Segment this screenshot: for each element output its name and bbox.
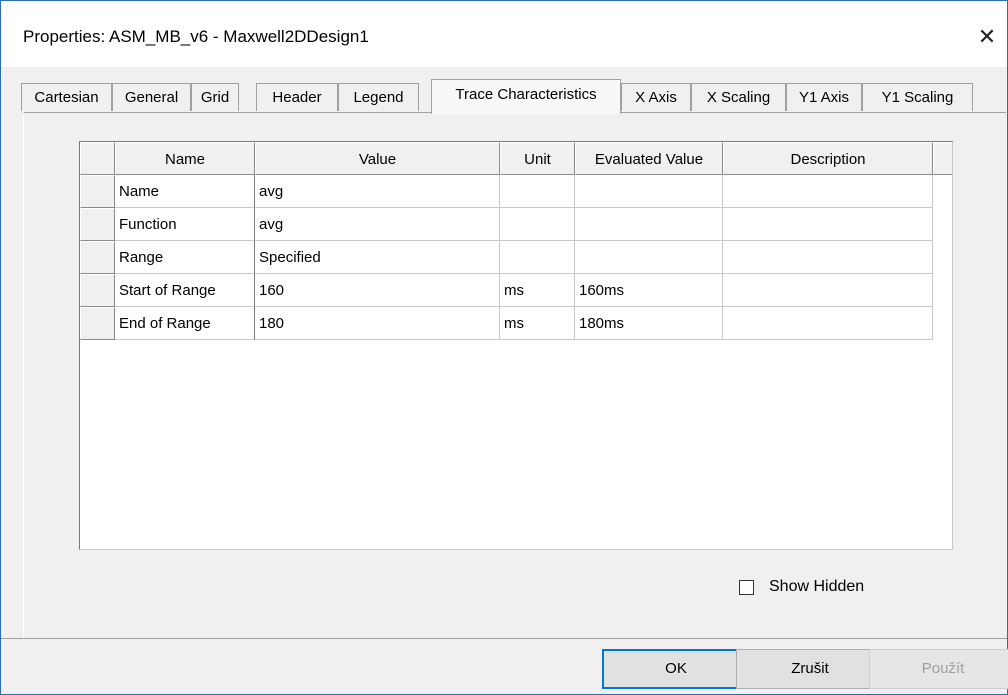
property-value[interactable]: 180 [255,307,500,340]
property-description[interactable] [723,307,933,340]
property-evaluated-value: 180ms [575,307,723,340]
column-header-value[interactable]: Value [255,142,500,175]
window-title: Properties: ASM_MB_v6 - Maxwell2DDesign1 [23,27,369,46]
property-name: Range [115,241,255,274]
property-name: End of Range [115,307,255,340]
property-name: Function [115,208,255,241]
table-row[interactable]: End of Range 180 ms 180ms [80,307,952,340]
corner-header-cell[interactable] [80,142,115,175]
close-icon[interactable]: ✕ [967,19,1007,55]
row-header[interactable] [80,241,115,274]
tab-y1-scaling[interactable]: Y1 Scaling [862,83,973,111]
properties-dialog: Properties: ASM_MB_v6 - Maxwell2DDesign1… [0,0,1008,695]
property-unit[interactable] [500,208,575,241]
cancel-button[interactable]: Zrušit [736,649,884,689]
tab-cartesian[interactable]: Cartesian [21,83,112,111]
tab-x-scaling[interactable]: X Scaling [691,83,786,111]
table-row[interactable]: Range Specified [80,241,952,274]
row-header[interactable] [80,208,115,241]
title-bar: Properties: ASM_MB_v6 - Maxwell2DDesign1… [1,1,1007,67]
show-hidden-label[interactable]: Show Hidden [769,578,864,596]
column-header-unit[interactable]: Unit [500,142,575,175]
property-unit[interactable]: ms [500,307,575,340]
tab-x-axis[interactable]: X Axis [621,83,691,111]
properties-grid: Name Value Unit Evaluated Value Descript… [79,141,953,550]
row-header[interactable] [80,175,115,208]
tab-general[interactable]: General [112,83,191,111]
table-row[interactable]: Start of Range 160 ms 160ms [80,274,952,307]
property-value[interactable]: avg [255,208,500,241]
column-header-name[interactable]: Name [115,142,255,175]
column-header-filler [933,142,952,175]
apply-button[interactable]: Použít [869,649,1008,689]
property-value[interactable]: Specified [255,241,500,274]
table-row[interactable]: Function avg [80,208,952,241]
property-evaluated-value [575,241,723,274]
column-header-description[interactable]: Description [723,142,933,175]
tab-y1-axis[interactable]: Y1 Axis [786,83,862,111]
grid-header-row: Name Value Unit Evaluated Value Descript… [80,142,952,175]
property-description[interactable] [723,175,933,208]
property-evaluated-value [575,175,723,208]
column-header-evaluated-value[interactable]: Evaluated Value [575,142,723,175]
property-value[interactable]: 160 [255,274,500,307]
property-unit[interactable]: ms [500,274,575,307]
property-evaluated-value [575,208,723,241]
row-header[interactable] [80,307,115,340]
ok-button[interactable]: OK [602,649,750,689]
tab-header[interactable]: Header [256,83,338,111]
row-header[interactable] [80,274,115,307]
property-value[interactable]: avg [255,175,500,208]
property-description[interactable] [723,208,933,241]
property-description[interactable] [723,274,933,307]
property-unit[interactable] [500,175,575,208]
property-evaluated-value: 160ms [575,274,723,307]
tab-trace-characteristics[interactable]: Trace Characteristics [431,79,621,114]
tab-grid[interactable]: Grid [191,83,239,111]
show-hidden-checkbox[interactable] [739,580,754,595]
tab-strip: Cartesian General Grid Header Legend Tra… [21,79,981,114]
footer-divider [1,638,1007,639]
tab-legend[interactable]: Legend [338,83,419,111]
property-unit[interactable] [500,241,575,274]
table-row[interactable]: Name avg [80,175,952,208]
property-name: Name [115,175,255,208]
property-description[interactable] [723,241,933,274]
property-name: Start of Range [115,274,255,307]
